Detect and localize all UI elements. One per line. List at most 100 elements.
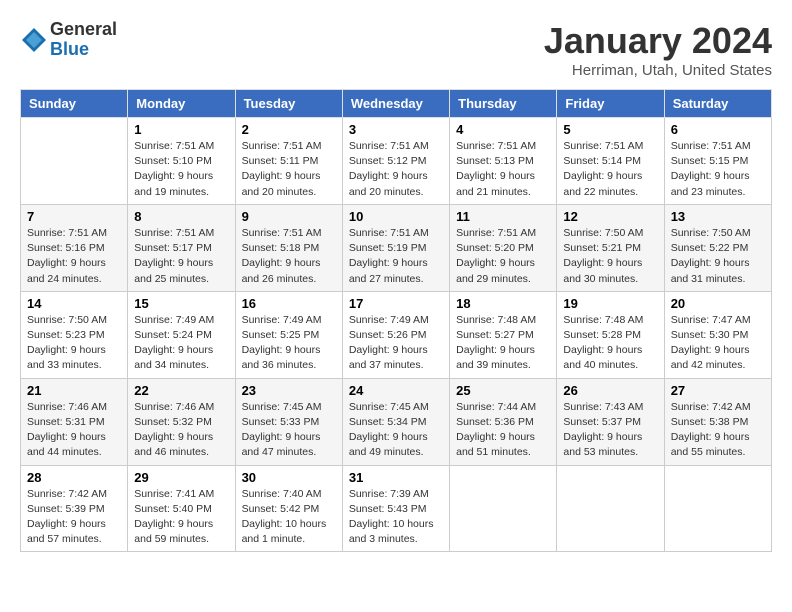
column-header-saturday: Saturday xyxy=(664,90,771,118)
day-cell: 6 Sunrise: 7:51 AMSunset: 5:15 PMDaylight… xyxy=(664,118,771,205)
day-cell: 15Sunrise: 7:49 AMSunset: 5:24 PMDayligh… xyxy=(128,291,235,378)
calendar-title: January 2024 xyxy=(544,20,772,62)
day-cell: 29 Sunrise: 7:41 AMSunset: 5:40 PMDayligh… xyxy=(128,465,235,552)
day-info: Sunrise: 7:49 AMSunset: 5:26 PMDaylight:… xyxy=(349,313,443,374)
day-number: 21 xyxy=(27,383,121,398)
day-info: Sunrise: 7:51 AMSunset: 5:14 PMDaylight:… xyxy=(563,139,657,200)
day-number: 5 xyxy=(563,122,657,137)
day-number: 29 xyxy=(134,470,228,485)
day-number: 14 xyxy=(27,296,121,311)
day-cell: 18 Sunrise: 7:48 AMSunset: 5:27 PMDayligh… xyxy=(450,291,557,378)
week-row-1: 1 Sunrise: 7:51 AMSunset: 5:10 PMDaylight… xyxy=(21,118,772,205)
logo-general-text: General xyxy=(50,19,117,39)
day-number: 11 xyxy=(456,209,550,224)
day-cell: 21 Sunrise: 7:46 AMSunset: 5:31 PMDayligh… xyxy=(21,378,128,465)
day-number: 19 xyxy=(563,296,657,311)
day-cell xyxy=(450,465,557,552)
calendar-table: SundayMondayTuesdayWednesdayThursdayFrid… xyxy=(20,89,772,552)
day-cell: 30Sunrise: 7:40 AMSunset: 5:42 PMDayligh… xyxy=(235,465,342,552)
day-cell: 3 Sunrise: 7:51 AMSunset: 5:12 PMDaylight… xyxy=(342,118,449,205)
week-row-2: 7Sunrise: 7:51 AMSunset: 5:16 PMDaylight… xyxy=(21,204,772,291)
day-info: Sunrise: 7:51 AMSunset: 5:10 PMDaylight:… xyxy=(134,139,228,200)
day-info: Sunrise: 7:51 AMSunset: 5:20 PMDaylight:… xyxy=(456,226,550,287)
day-cell: 22 Sunrise: 7:46 AMSunset: 5:32 PMDayligh… xyxy=(128,378,235,465)
day-number: 6 xyxy=(671,122,765,137)
day-info: Sunrise: 7:42 AMSunset: 5:39 PMDaylight:… xyxy=(27,487,121,548)
day-cell: 26 Sunrise: 7:43 AMSunset: 5:37 PMDayligh… xyxy=(557,378,664,465)
day-number: 18 xyxy=(456,296,550,311)
day-cell: 2 Sunrise: 7:51 AMSunset: 5:11 PMDaylight… xyxy=(235,118,342,205)
day-cell: 11 Sunrise: 7:51 AMSunset: 5:20 PMDayligh… xyxy=(450,204,557,291)
logo: General Blue xyxy=(20,20,117,60)
day-cell: 14 Sunrise: 7:50 AMSunset: 5:23 PMDayligh… xyxy=(21,291,128,378)
title-block: January 2024 Herriman, Utah, United Stat… xyxy=(544,20,772,79)
week-row-3: 14 Sunrise: 7:50 AMSunset: 5:23 PMDayligh… xyxy=(21,291,772,378)
day-number: 1 xyxy=(134,122,228,137)
day-cell: 19 Sunrise: 7:48 AMSunset: 5:28 PMDayligh… xyxy=(557,291,664,378)
day-info: Sunrise: 7:51 AMSunset: 5:15 PMDaylight:… xyxy=(671,139,765,200)
column-header-wednesday: Wednesday xyxy=(342,90,449,118)
day-info: Sunrise: 7:40 AMSunset: 5:42 PMDaylight:… xyxy=(242,487,336,548)
day-info: Sunrise: 7:41 AMSunset: 5:40 PMDaylight:… xyxy=(134,487,228,548)
day-info: Sunrise: 7:51 AMSunset: 5:19 PMDaylight:… xyxy=(349,226,443,287)
day-number: 4 xyxy=(456,122,550,137)
day-cell: 27 Sunrise: 7:42 AMSunset: 5:38 PMDayligh… xyxy=(664,378,771,465)
day-number: 8 xyxy=(134,209,228,224)
day-info: Sunrise: 7:51 AMSunset: 5:13 PMDaylight:… xyxy=(456,139,550,200)
day-number: 10 xyxy=(349,209,443,224)
column-header-monday: Monday xyxy=(128,90,235,118)
day-info: Sunrise: 7:43 AMSunset: 5:37 PMDaylight:… xyxy=(563,400,657,461)
day-info: Sunrise: 7:51 AMSunset: 5:11 PMDaylight:… xyxy=(242,139,336,200)
day-cell: 17 Sunrise: 7:49 AMSunset: 5:26 PMDayligh… xyxy=(342,291,449,378)
day-cell: 1 Sunrise: 7:51 AMSunset: 5:10 PMDaylight… xyxy=(128,118,235,205)
day-info: Sunrise: 7:45 AMSunset: 5:33 PMDaylight:… xyxy=(242,400,336,461)
day-number: 15 xyxy=(134,296,228,311)
day-cell: 20Sunrise: 7:47 AMSunset: 5:30 PMDayligh… xyxy=(664,291,771,378)
day-cell: 8 Sunrise: 7:51 AMSunset: 5:17 PMDaylight… xyxy=(128,204,235,291)
day-info: Sunrise: 7:45 AMSunset: 5:34 PMDaylight:… xyxy=(349,400,443,461)
day-info: Sunrise: 7:46 AMSunset: 5:32 PMDaylight:… xyxy=(134,400,228,461)
logo-blue-text: Blue xyxy=(50,39,89,59)
day-number: 13 xyxy=(671,209,765,224)
day-cell: 31 Sunrise: 7:39 AMSunset: 5:43 PMDayligh… xyxy=(342,465,449,552)
day-cell: 13Sunrise: 7:50 AMSunset: 5:22 PMDayligh… xyxy=(664,204,771,291)
day-info: Sunrise: 7:48 AMSunset: 5:28 PMDaylight:… xyxy=(563,313,657,374)
day-number: 31 xyxy=(349,470,443,485)
day-number: 12 xyxy=(563,209,657,224)
day-cell: 10 Sunrise: 7:51 AMSunset: 5:19 PMDayligh… xyxy=(342,204,449,291)
day-info: Sunrise: 7:51 AMSunset: 5:17 PMDaylight:… xyxy=(134,226,228,287)
day-cell xyxy=(664,465,771,552)
day-cell: 5 Sunrise: 7:51 AMSunset: 5:14 PMDaylight… xyxy=(557,118,664,205)
day-number: 3 xyxy=(349,122,443,137)
day-info: Sunrise: 7:49 AMSunset: 5:25 PMDaylight:… xyxy=(242,313,336,374)
logo-icon xyxy=(20,26,48,54)
page-header: General Blue January 2024 Herriman, Utah… xyxy=(20,20,772,79)
column-header-sunday: Sunday xyxy=(21,90,128,118)
day-cell xyxy=(21,118,128,205)
day-cell: 16Sunrise: 7:49 AMSunset: 5:25 PMDayligh… xyxy=(235,291,342,378)
column-header-friday: Friday xyxy=(557,90,664,118)
column-header-tuesday: Tuesday xyxy=(235,90,342,118)
week-row-4: 21 Sunrise: 7:46 AMSunset: 5:31 PMDayligh… xyxy=(21,378,772,465)
day-cell: 4 Sunrise: 7:51 AMSunset: 5:13 PMDaylight… xyxy=(450,118,557,205)
day-info: Sunrise: 7:42 AMSunset: 5:38 PMDaylight:… xyxy=(671,400,765,461)
day-number: 7 xyxy=(27,209,121,224)
day-cell: 9Sunrise: 7:51 AMSunset: 5:18 PMDaylight… xyxy=(235,204,342,291)
day-number: 25 xyxy=(456,383,550,398)
column-header-thursday: Thursday xyxy=(450,90,557,118)
day-number: 17 xyxy=(349,296,443,311)
day-number: 28 xyxy=(27,470,121,485)
day-info: Sunrise: 7:50 AMSunset: 5:23 PMDaylight:… xyxy=(27,313,121,374)
day-info: Sunrise: 7:51 AMSunset: 5:12 PMDaylight:… xyxy=(349,139,443,200)
day-info: Sunrise: 7:46 AMSunset: 5:31 PMDaylight:… xyxy=(27,400,121,461)
week-row-5: 28 Sunrise: 7:42 AMSunset: 5:39 PMDayligh… xyxy=(21,465,772,552)
day-cell: 28 Sunrise: 7:42 AMSunset: 5:39 PMDayligh… xyxy=(21,465,128,552)
day-number: 22 xyxy=(134,383,228,398)
day-number: 26 xyxy=(563,383,657,398)
day-number: 27 xyxy=(671,383,765,398)
day-number: 2 xyxy=(242,122,336,137)
day-info: Sunrise: 7:39 AMSunset: 5:43 PMDaylight:… xyxy=(349,487,443,548)
day-info: Sunrise: 7:48 AMSunset: 5:27 PMDaylight:… xyxy=(456,313,550,374)
day-cell xyxy=(557,465,664,552)
calendar-subtitle: Herriman, Utah, United States xyxy=(544,62,772,79)
